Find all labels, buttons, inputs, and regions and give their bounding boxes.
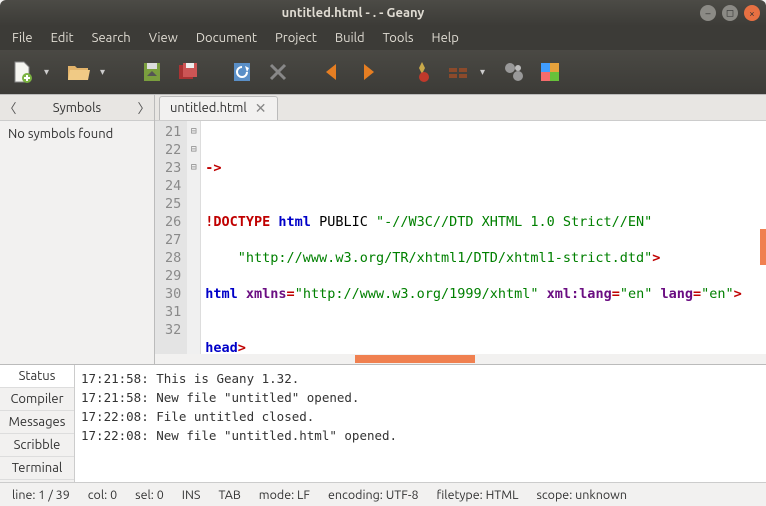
message-line: 17:22:08: New file "untitled.html" opene… [81, 426, 760, 445]
close-button[interactable]: × [744, 5, 760, 21]
close-file-icon[interactable] [264, 58, 292, 86]
save-icon[interactable] [138, 58, 166, 86]
reload-icon[interactable] [228, 58, 256, 86]
execute-icon[interactable] [500, 58, 528, 86]
status-line: line: 1 / 39 [12, 488, 70, 502]
message-panel: Status Compiler Messages Scribble Termin… [0, 364, 766, 482]
sidebar-next-icon[interactable]: 〉 [134, 98, 154, 117]
status-encoding: encoding: UTF-8 [328, 488, 419, 502]
code-text[interactable]: -> !DOCTYPE html PUBLIC "-//W3C//DTD XHT… [201, 121, 766, 354]
file-tab-label: untitled.html [170, 101, 247, 115]
message-body[interactable]: 17:21:58: This is Geany 1.32. 17:21:58: … [75, 365, 766, 482]
window-controls: – ◻ × [700, 5, 760, 21]
build-icon[interactable] [444, 58, 472, 86]
nav-forward-icon[interactable] [354, 58, 382, 86]
tab-close-icon[interactable]: ✕ [255, 100, 267, 117]
file-tab[interactable]: untitled.html ✕ [159, 96, 278, 120]
minimize-button[interactable]: – [700, 5, 716, 21]
nav-back-icon[interactable] [318, 58, 346, 86]
menu-help[interactable]: Help [424, 29, 467, 47]
message-line: 17:21:58: New file "untitled" opened. [81, 388, 760, 407]
editor-area: untitled.html ✕ 212223 242526 272829 303… [155, 95, 766, 364]
new-file-icon[interactable] [8, 58, 36, 86]
maximize-button[interactable]: ◻ [722, 5, 738, 21]
menu-project[interactable]: Project [267, 29, 325, 47]
msg-tab-messages[interactable]: Messages [0, 411, 74, 434]
fold-column[interactable]: ⊟ ⊟ ⊟ [187, 121, 201, 354]
scroll-indicator[interactable] [760, 229, 766, 265]
save-all-icon[interactable] [174, 58, 202, 86]
color-chooser-icon[interactable] [536, 58, 564, 86]
compile-icon[interactable] [408, 58, 436, 86]
msg-tab-compiler[interactable]: Compiler [0, 388, 74, 411]
sidebar-prev-icon[interactable]: 〈 [0, 98, 20, 117]
status-col: col: 0 [88, 488, 117, 502]
menu-view[interactable]: View [141, 29, 186, 47]
horizontal-scrollbar[interactable] [155, 354, 766, 364]
toolbar: ▾ ▾ ▾ [0, 50, 766, 94]
msg-tab-scribble[interactable]: Scribble [0, 434, 74, 457]
titlebar: untitled.html - . - Geany – ◻ × [0, 0, 766, 26]
build-dropdown-icon[interactable]: ▾ [480, 66, 492, 78]
menu-build[interactable]: Build [327, 29, 373, 47]
status-mode: mode: LF [259, 488, 310, 502]
window-title: untitled.html - . - Geany [6, 6, 700, 20]
sidebar-tab-symbols[interactable]: Symbols [20, 101, 134, 115]
status-scope: scope: unknown [536, 488, 627, 502]
menu-edit[interactable]: Edit [43, 29, 82, 47]
menu-file[interactable]: File [4, 29, 41, 47]
open-file-dropdown-icon[interactable]: ▾ [100, 66, 112, 78]
statusbar: line: 1 / 39 col: 0 sel: 0 INS TAB mode:… [0, 482, 766, 506]
status-ins: INS [182, 488, 201, 502]
status-tab: TAB [218, 488, 240, 502]
message-line: 17:22:08: File untitled closed. [81, 407, 760, 426]
msg-tab-status[interactable]: Status [0, 365, 74, 388]
status-sel: sel: 0 [135, 488, 164, 502]
status-filetype: filetype: HTML [437, 488, 519, 502]
menubar: File Edit Search View Document Project B… [0, 26, 766, 50]
line-gutter: 212223 242526 272829 303132 [155, 121, 187, 354]
code-area[interactable]: 212223 242526 272829 303132 ⊟ ⊟ ⊟ -> !DO… [155, 121, 766, 354]
msg-tab-terminal[interactable]: Terminal [0, 457, 74, 480]
menu-tools[interactable]: Tools [375, 29, 422, 47]
message-line: 17:21:58: This is Geany 1.32. [81, 369, 760, 388]
main-area: 〈 Symbols 〉 No symbols found untitled.ht… [0, 94, 766, 364]
file-tabs: untitled.html ✕ [155, 95, 766, 121]
sidebar-tabs: 〈 Symbols 〉 [0, 95, 154, 121]
menu-search[interactable]: Search [84, 29, 139, 47]
menu-document[interactable]: Document [188, 29, 265, 47]
message-tabs: Status Compiler Messages Scribble Termin… [0, 365, 75, 482]
new-file-dropdown-icon[interactable]: ▾ [44, 66, 56, 78]
open-file-icon[interactable] [64, 58, 92, 86]
sidebar: 〈 Symbols 〉 No symbols found [0, 95, 155, 364]
sidebar-body: No symbols found [0, 121, 154, 364]
